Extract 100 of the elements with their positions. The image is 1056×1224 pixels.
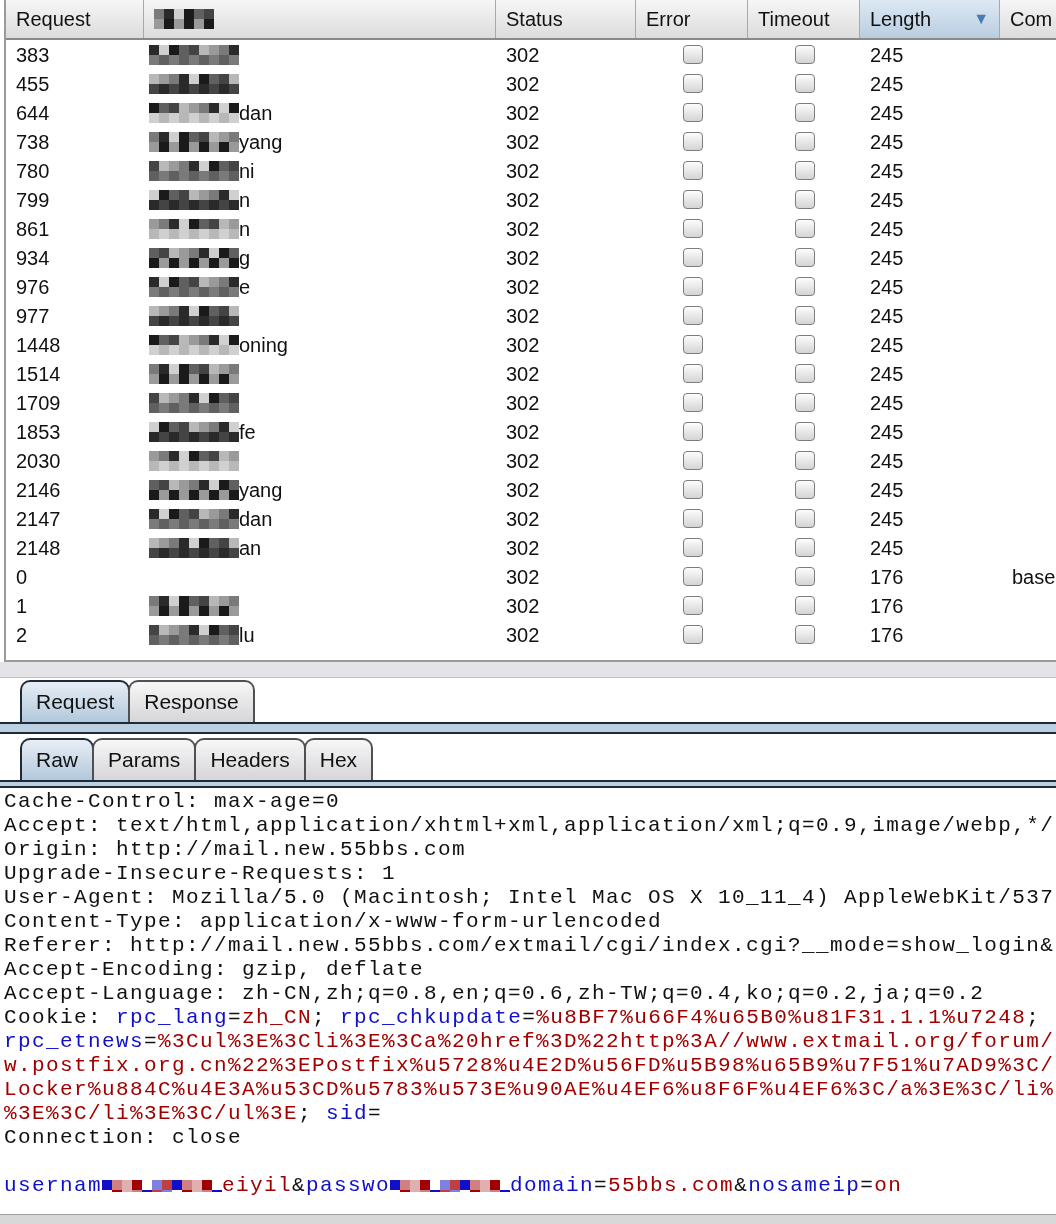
- checkbox[interactable]: [795, 103, 815, 122]
- code-text: &: [292, 1173, 307, 1200]
- tab[interactable]: Response: [128, 680, 255, 722]
- tab[interactable]: Hex: [303, 738, 374, 780]
- table-cell-text: 302: [506, 274, 540, 300]
- table-cell-text: 245: [870, 42, 904, 68]
- checkbox[interactable]: [683, 567, 703, 586]
- checkbox[interactable]: [795, 306, 815, 325]
- checkbox[interactable]: [795, 509, 815, 528]
- table-cell-text: 245: [870, 129, 904, 155]
- code-text: passwo: [306, 1173, 391, 1200]
- checkbox[interactable]: [795, 422, 815, 441]
- checkbox[interactable]: [683, 190, 703, 209]
- checkbox[interactable]: [795, 45, 815, 64]
- checkbox[interactable]: [795, 190, 815, 209]
- table-cell-text: 302: [506, 477, 540, 503]
- checkbox[interactable]: [683, 132, 703, 151]
- checkbox[interactable]: [795, 335, 815, 354]
- code-text: Referer: http://mail.new.55bbs.com/extmail/cgi/index.cgi?__mode=show_login&: [4, 933, 1055, 960]
- checkbox[interactable]: [795, 132, 815, 151]
- code-text: 55bbs.com: [608, 1173, 735, 1200]
- table-cell-text: 302: [506, 42, 540, 68]
- checkbox[interactable]: [683, 219, 703, 238]
- checkbox[interactable]: [795, 277, 815, 296]
- checkbox[interactable]: [683, 248, 703, 267]
- checkbox[interactable]: [683, 45, 703, 64]
- checkbox[interactable]: [683, 103, 703, 122]
- checkbox[interactable]: [683, 625, 703, 644]
- code-text: =: [144, 1029, 159, 1056]
- checkbox[interactable]: [795, 538, 815, 557]
- checkbox[interactable]: [683, 277, 703, 296]
- tab[interactable]: Raw: [20, 738, 94, 780]
- table-cell-text: fe: [239, 419, 256, 445]
- checkbox[interactable]: [683, 422, 703, 441]
- checkbox[interactable]: [683, 306, 703, 325]
- checkbox[interactable]: [795, 161, 815, 180]
- tab[interactable]: Params: [92, 738, 197, 780]
- table-cell-text: 2147: [16, 506, 61, 532]
- column-header[interactable]: Error: [636, 0, 748, 38]
- checkbox[interactable]: [795, 248, 815, 267]
- table-cell-text: e: [239, 274, 251, 300]
- table-cell-text: 976: [16, 274, 50, 300]
- code-text: =: [368, 1101, 383, 1128]
- column-header[interactable]: Request: [6, 0, 144, 38]
- checkbox[interactable]: [683, 393, 703, 412]
- code-text: Accept: text/html,application/xhtml+xml,application/xml;q=0.9,image/webp,*/: [4, 813, 1055, 840]
- tab[interactable]: Headers: [194, 738, 306, 780]
- checkbox[interactable]: [795, 74, 815, 93]
- checkbox[interactable]: [795, 567, 815, 586]
- code-text: on: [874, 1173, 903, 1200]
- code-text: zh_CN: [242, 1005, 313, 1032]
- table-cell-text: 245: [870, 245, 904, 271]
- table-cell-text: n: [239, 216, 251, 242]
- code-text: =: [522, 1005, 537, 1032]
- code-text: usernam: [4, 1173, 102, 1200]
- table-cell-text: 302: [506, 216, 540, 242]
- table-cell-text: 302: [506, 303, 540, 329]
- checkbox[interactable]: [795, 451, 815, 470]
- code-text: Connection: close: [4, 1125, 243, 1152]
- column-header[interactable]: Length ▼: [860, 0, 1000, 38]
- table-cell-text: lu: [239, 622, 255, 648]
- code-text: ;: [312, 1005, 328, 1032]
- checkbox[interactable]: [795, 393, 815, 412]
- table-cell-text: 245: [870, 448, 904, 474]
- column-header[interactable]: Status: [496, 0, 636, 38]
- table-cell-text: 245: [870, 71, 904, 97]
- checkbox[interactable]: [683, 364, 703, 383]
- table-cell-text: 176: [870, 593, 904, 619]
- checkbox[interactable]: [795, 364, 815, 383]
- code-text: domain: [510, 1173, 595, 1200]
- checkbox[interactable]: [795, 480, 815, 499]
- table-cell-text: 245: [870, 158, 904, 184]
- code-text: Origin: http://mail.new.55bbs.com: [4, 837, 467, 864]
- table-cell-text: 302: [506, 332, 540, 358]
- checkbox[interactable]: [683, 538, 703, 557]
- code-text: User-Agent: Mozilla/5.0 (Macintosh; Intel Mac OS X 10_11_4) AppleWebKit/537: [4, 885, 1055, 912]
- checkbox[interactable]: [795, 596, 815, 615]
- checkbox[interactable]: [683, 509, 703, 528]
- code-text: Content-Type: application/x-www-form-urlencoded: [4, 909, 663, 936]
- checkbox[interactable]: [795, 219, 815, 238]
- tab[interactable]: Request: [20, 680, 131, 722]
- table-cell-text: 302: [506, 158, 540, 184]
- checkbox[interactable]: [795, 625, 815, 644]
- checkbox[interactable]: [683, 74, 703, 93]
- checkbox[interactable]: [683, 480, 703, 499]
- table-cell-text: 302: [506, 390, 540, 416]
- sort-descending-icon: ▼: [973, 7, 989, 31]
- checkbox[interactable]: [683, 451, 703, 470]
- table-cell-text: 1709: [16, 390, 61, 416]
- code-text: nosameip: [748, 1173, 861, 1200]
- checkbox[interactable]: [683, 335, 703, 354]
- checkbox[interactable]: [683, 161, 703, 180]
- table-cell-text: 1: [16, 593, 28, 619]
- table-cell-text: 245: [870, 390, 904, 416]
- table-cell-text: 302: [506, 187, 540, 213]
- column-header[interactable]: Com: [1000, 0, 1056, 38]
- code-text: w.postfix.org.cn%22%3EPostfix%u5728%u4E2D%u56FD%u5B98%u65B9%u7F51%u7AD9%3C/: [4, 1053, 1055, 1080]
- checkbox[interactable]: [683, 596, 703, 615]
- table-cell-text: an: [239, 535, 262, 561]
- table-cell-text: base: [1012, 564, 1056, 590]
